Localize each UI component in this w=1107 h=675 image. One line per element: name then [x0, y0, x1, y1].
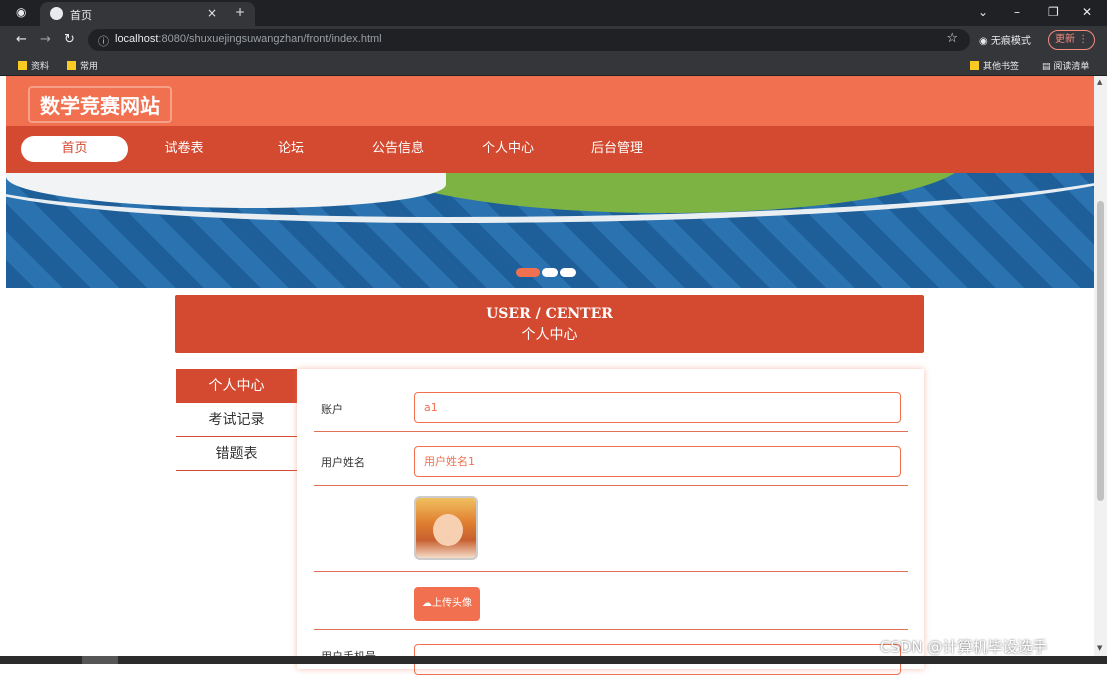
bookmark-folder[interactable]: 常用: [67, 59, 98, 72]
chrome-favicon: [50, 7, 63, 20]
profile-form-panel: 账户 a1 用户姓名 用户姓名1 ☁上传头像 用户手机号: [297, 369, 924, 675]
carousel-dot[interactable]: [560, 268, 576, 277]
nav-announcements[interactable]: 公告信息: [364, 136, 432, 162]
nav-user-center[interactable]: 个人中心: [474, 136, 542, 162]
reading-list-icon: ▤: [1042, 62, 1054, 72]
address-url[interactable]: localhost:8080/shuxuejingsuwangzhan/fron…: [115, 33, 382, 45]
site-logo[interactable]: 数学竞赛网站: [28, 86, 172, 123]
scroll-up-icon[interactable]: ▲: [1097, 78, 1102, 86]
bookmarks-bar: 资料 常用 其他书签 ▤ 阅读清单: [0, 54, 1107, 76]
browser-tab-strip: ◉ 首页 × + ⌄ – ❐ ✕: [0, 0, 1107, 26]
incognito-indicator[interactable]: ◉ 无痕模式: [979, 32, 1031, 47]
scroll-thumb[interactable]: [1097, 201, 1104, 501]
nav-forum[interactable]: 论坛: [256, 136, 326, 162]
carousel-dot[interactable]: [516, 268, 540, 277]
reading-list[interactable]: ▤ 阅读清单: [1042, 59, 1089, 72]
section-title-zh: 个人中心: [521, 327, 578, 343]
incognito-label: 无痕模式: [990, 36, 1031, 47]
info-icon[interactable]: ⓘ: [98, 33, 109, 49]
folder-icon: [67, 61, 76, 70]
csdn-watermark: CSDN @计算机毕设选手: [880, 638, 1048, 656]
main-nav: 首页 试卷表 论坛 公告信息 个人中心 后台管理: [6, 126, 1094, 173]
side-item-wrong-questions[interactable]: 错题表: [176, 437, 297, 471]
other-bookmarks[interactable]: 其他书签: [970, 59, 1019, 72]
bookmark-folder[interactable]: 资料: [18, 59, 49, 72]
update-button[interactable]: 更新 ⋮: [1048, 30, 1096, 50]
cloud-upload-icon: ☁: [422, 598, 432, 609]
scroll-down-icon[interactable]: ▼: [1097, 644, 1102, 652]
section-title-en: USER / CENTER: [486, 306, 613, 322]
nav-home[interactable]: 首页: [21, 136, 128, 162]
address-bar[interactable]: ⓘ localhost:8080/shuxuejingsuwangzhan/fr…: [88, 29, 970, 51]
reload-icon[interactable]: ↻: [64, 32, 75, 47]
chrome-menu-icon[interactable]: ◉: [16, 5, 26, 19]
tab-close-icon[interactable]: ×: [207, 6, 217, 20]
taskbar-item[interactable]: [82, 656, 118, 664]
side-item-exam-records[interactable]: 考试记录: [176, 403, 297, 437]
forward-arrow-icon[interactable]: →: [40, 32, 51, 47]
banner-carousel[interactable]: [6, 173, 1094, 288]
form-row-upload: ☁上传头像: [314, 572, 908, 630]
name-label: 用户姓名: [321, 456, 365, 469]
upload-avatar-button[interactable]: ☁上传头像: [414, 587, 480, 621]
avatar-face: [433, 514, 463, 546]
nav-exam-papers[interactable]: 试卷表: [146, 136, 222, 162]
tab-title: 首页: [70, 9, 92, 22]
carousel-dot[interactable]: [542, 268, 558, 277]
banner-decoration: [6, 173, 1094, 223]
browser-toolbar: ← → ↻ ⓘ localhost:8080/shuxuejingsuwangz…: [0, 26, 1107, 54]
section-title-box: USER / CENTER 个人中心: [175, 295, 924, 353]
back-arrow-icon[interactable]: ←: [16, 32, 27, 47]
restore-icon[interactable]: ❐: [1048, 5, 1059, 19]
carousel-indicators: [516, 262, 578, 281]
side-menu: 个人中心 考试记录 错题表: [176, 369, 297, 471]
minimize-icon[interactable]: –: [1014, 5, 1020, 19]
account-input[interactable]: a1: [414, 392, 901, 423]
form-row-avatar: [314, 486, 908, 572]
browser-tab[interactable]: 首页 ×: [40, 2, 255, 26]
folder-icon: [970, 61, 979, 70]
page-scrollbar[interactable]: ▲ ▼: [1094, 76, 1107, 656]
star-icon[interactable]: ☆: [946, 31, 958, 46]
site-header: 数学竞赛网站: [6, 76, 1094, 126]
new-tab-icon[interactable]: +: [235, 5, 245, 19]
os-taskbar: [0, 656, 1107, 664]
form-row-account: 账户 a1: [314, 379, 908, 432]
close-window-icon[interactable]: ✕: [1082, 5, 1092, 19]
nav-admin[interactable]: 后台管理: [583, 136, 651, 162]
form-row-phone: 用户手机号: [314, 630, 908, 675]
form-row-name: 用户姓名 用户姓名1: [314, 432, 908, 486]
name-input[interactable]: 用户姓名1: [414, 446, 901, 477]
folder-icon: [18, 61, 27, 70]
account-label: 账户: [321, 403, 343, 416]
tab-search-icon[interactable]: ⌄: [978, 5, 988, 19]
avatar: [414, 496, 478, 560]
side-item-user-center[interactable]: 个人中心: [176, 369, 297, 403]
